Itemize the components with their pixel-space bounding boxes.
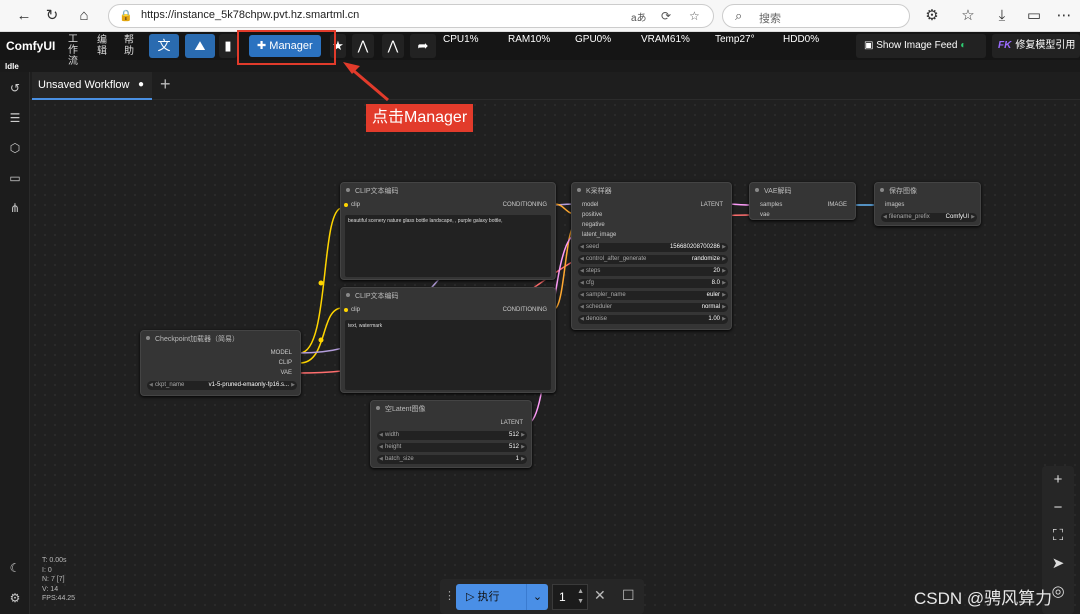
play-icon: ▷ bbox=[466, 591, 475, 603]
canvas-stats: T: 0.00s I: 0 N: 7 [7] V: 14 FPS:44.25 bbox=[42, 557, 76, 602]
zoom-in-icon[interactable]: + bbox=[1048, 470, 1068, 490]
zoom-out-icon[interactable]: − bbox=[1048, 498, 1068, 518]
queue-bar: ⋮⋮ ▷ 执行 ⌄ 1 ▲ ▼ ✕ ☐ bbox=[440, 579, 644, 614]
select-mode-icon[interactable]: ➤ bbox=[1048, 554, 1068, 574]
stop-icon[interactable]: ☐ bbox=[622, 587, 635, 604]
cancel-icon[interactable]: ✕ bbox=[594, 587, 606, 604]
increment-icon[interactable]: ▲ bbox=[577, 588, 584, 596]
fit-view-icon[interactable]: ⛶ bbox=[1048, 526, 1068, 546]
annotation-label: 点击Manager bbox=[366, 104, 474, 132]
watermark: CSDN @骋风算力 bbox=[914, 589, 1053, 608]
run-queue-button[interactable]: ▷ 执行 bbox=[456, 584, 526, 610]
decrement-icon[interactable]: ▼ bbox=[577, 598, 584, 606]
batch-count-input[interactable]: 1 ▲ ▼ bbox=[552, 584, 588, 610]
chevron-down-icon[interactable]: ⌄ bbox=[526, 584, 548, 610]
run-label: 执行 bbox=[477, 591, 500, 603]
annotation-arrow bbox=[343, 62, 389, 102]
